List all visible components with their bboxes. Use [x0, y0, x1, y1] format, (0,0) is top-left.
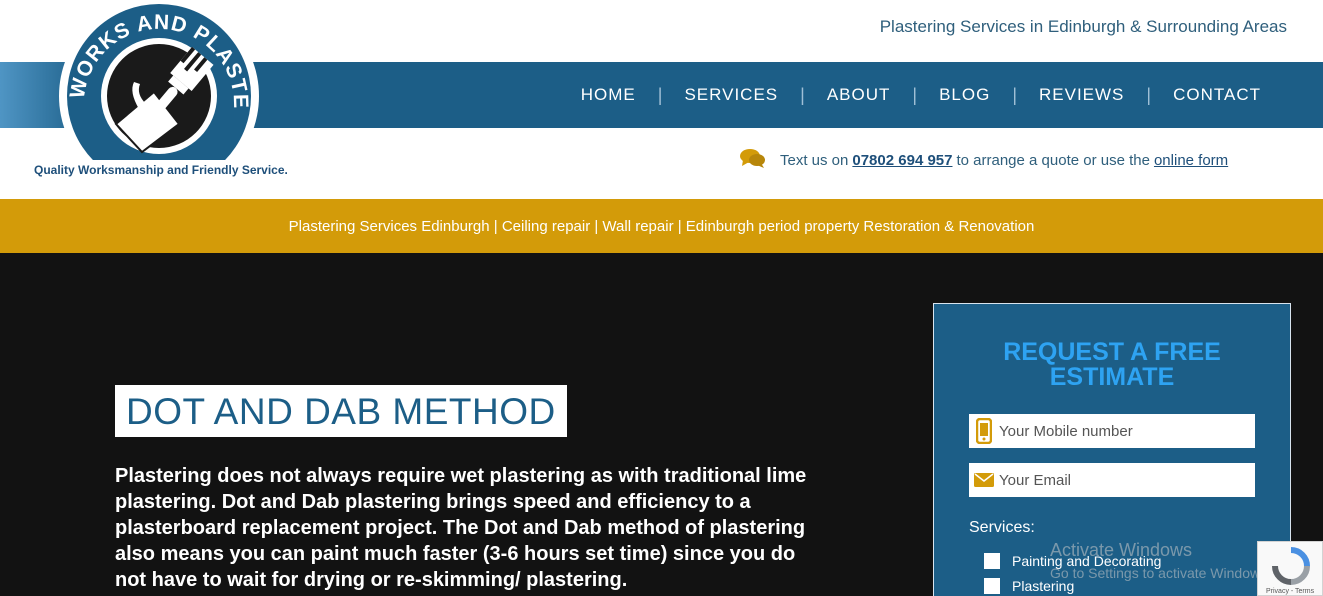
hero-body: Plastering does not always require wet p… — [115, 465, 807, 591]
nav-item-reviews[interactable]: REVIEWS — [1017, 85, 1146, 105]
site-logo[interactable]: PAINTWORKS AND PLASTERING — [45, 0, 264, 196]
contact-prefix: Text us on — [780, 151, 849, 169]
contact-line: Text us on 07802 694 957 to arrange a qu… — [740, 148, 1232, 172]
chat-bubbles-icon — [740, 148, 766, 172]
services-label: Services: — [969, 519, 1035, 536]
email-field[interactable] — [969, 463, 1255, 497]
checkbox[interactable] — [984, 553, 1000, 569]
checkbox[interactable] — [984, 578, 1000, 594]
page-title: DOT AND DAB METHOD — [115, 385, 567, 437]
nav-item-home[interactable]: HOME — [559, 85, 658, 105]
estimate-title-line2: ESTIMATE — [1049, 363, 1175, 391]
email-input[interactable] — [999, 471, 1249, 489]
nav-item-blog[interactable]: BLOG — [917, 85, 1012, 105]
services-banner: Plastering Services Edinburgh | Ceiling … — [0, 199, 1323, 253]
logo-subtitle: Quality Worksmanship and Friendly Servic… — [34, 163, 288, 177]
nav-menu: HOME | SERVICES | ABOUT | BLOG | REVIEWS… — [559, 62, 1283, 128]
recaptcha-badge[interactable]: Privacy - Terms — [1257, 541, 1323, 596]
recaptcha-icon — [1272, 547, 1310, 585]
nav-item-about[interactable]: ABOUT — [805, 85, 913, 105]
nav-item-services[interactable]: SERVICES — [662, 85, 800, 105]
top-tagline: Plastering Services in Edinburgh & Surro… — [879, 17, 1287, 36]
mobile-input[interactable] — [999, 422, 1249, 440]
activate-windows-sub: Go to Settings to activate Windows. — [1050, 565, 1271, 581]
mobile-phone-icon — [969, 418, 999, 444]
recaptcha-terms[interactable]: Privacy - Terms — [1266, 588, 1314, 595]
nav-item-contact[interactable]: CONTACT — [1151, 85, 1283, 105]
contact-middle: to arrange a quote or use the — [956, 151, 1150, 169]
phone-link[interactable]: 07802 694 957 — [852, 152, 952, 169]
mobile-field[interactable] — [969, 414, 1255, 448]
activate-windows-title: Activate Windows — [1050, 540, 1193, 560]
estimate-title-line1: REQUEST A FREE — [1003, 338, 1221, 366]
envelope-icon — [969, 473, 999, 487]
estimate-title: REQUEST A FREE ESTIMATE — [934, 340, 1290, 390]
services-banner-text: Plastering Services Edinburgh | Ceiling … — [288, 217, 1035, 235]
paintbrush-trowel-icon: PAINTWORKS AND PLASTERING — [45, 0, 259, 196]
online-form-link[interactable]: online form — [1154, 152, 1228, 169]
